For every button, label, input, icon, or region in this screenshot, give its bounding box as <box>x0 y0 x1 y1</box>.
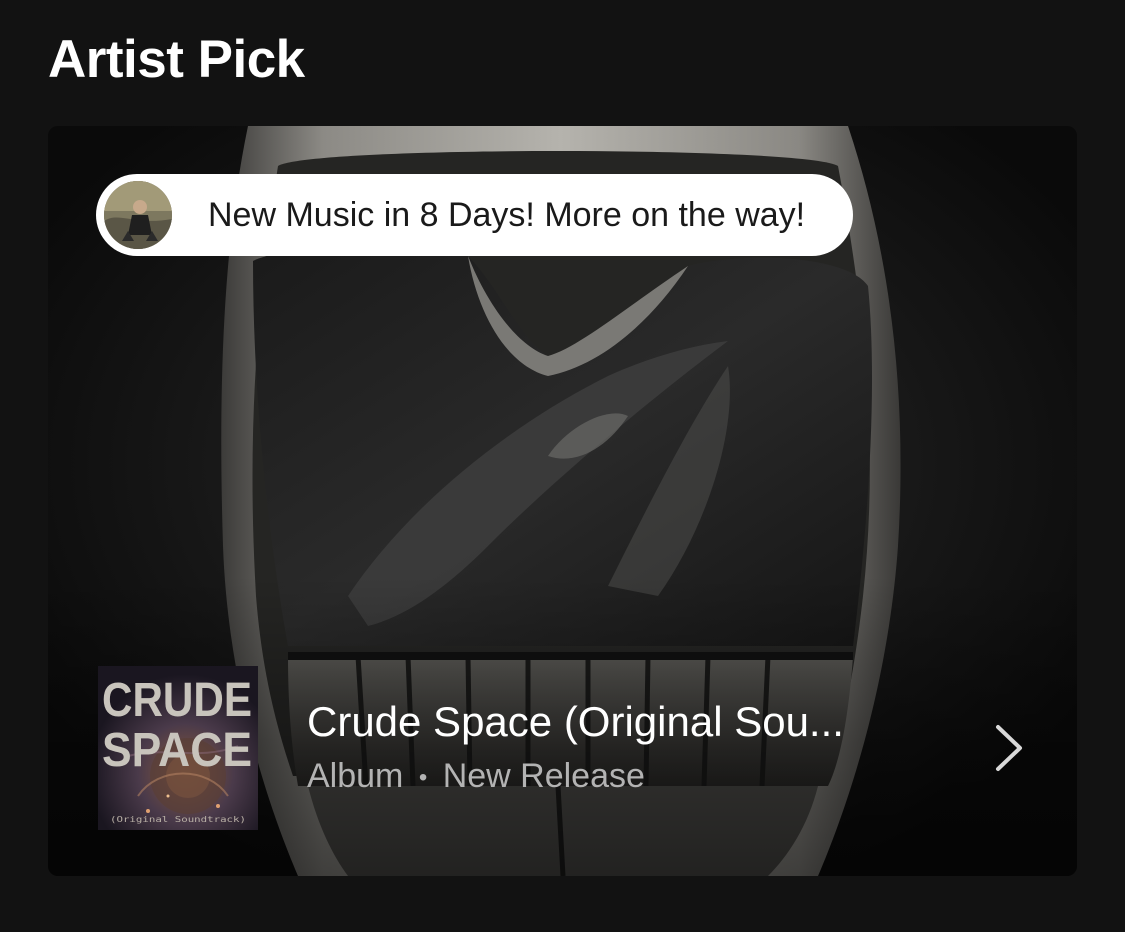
artist-avatar-icon <box>104 181 172 249</box>
cover-subtitle: (Original Soundtrack) <box>110 815 246 824</box>
release-separator: • <box>418 764 428 791</box>
release-row[interactable]: CRUDE SPACE (Original Soundtrack) Crude … <box>98 666 1038 830</box>
artist-page-section: Artist Pick New Music in 8 Days! More on… <box>0 0 1125 932</box>
cover-title-line2: SPACE <box>102 724 252 777</box>
section-title: Artist Pick <box>48 30 305 89</box>
album-cover-art: CRUDE SPACE (Original Soundtrack) <box>98 666 258 830</box>
artist-avatar <box>104 181 172 249</box>
release-info: Crude Space (Original Sou... Album • New… <box>307 696 937 800</box>
chevron-right-icon[interactable] <box>989 720 1029 776</box>
artist-message-text: New Music in 8 Days! More on the way! <box>208 195 806 234</box>
artist-pick-card[interactable]: New Music in 8 Days! More on the way! CR… <box>48 126 1077 876</box>
release-meta: Album • New Release <box>307 754 937 800</box>
cover-title-line1: CRUDE <box>102 674 252 727</box>
artist-message-pill[interactable]: New Music in 8 Days! More on the way! <box>96 174 854 256</box>
album-cover: CRUDE SPACE (Original Soundtrack) <box>98 666 258 830</box>
release-tag: New Release <box>442 756 645 795</box>
release-title[interactable]: Crude Space (Original Sou... <box>307 696 937 748</box>
release-type: Album <box>307 756 404 795</box>
